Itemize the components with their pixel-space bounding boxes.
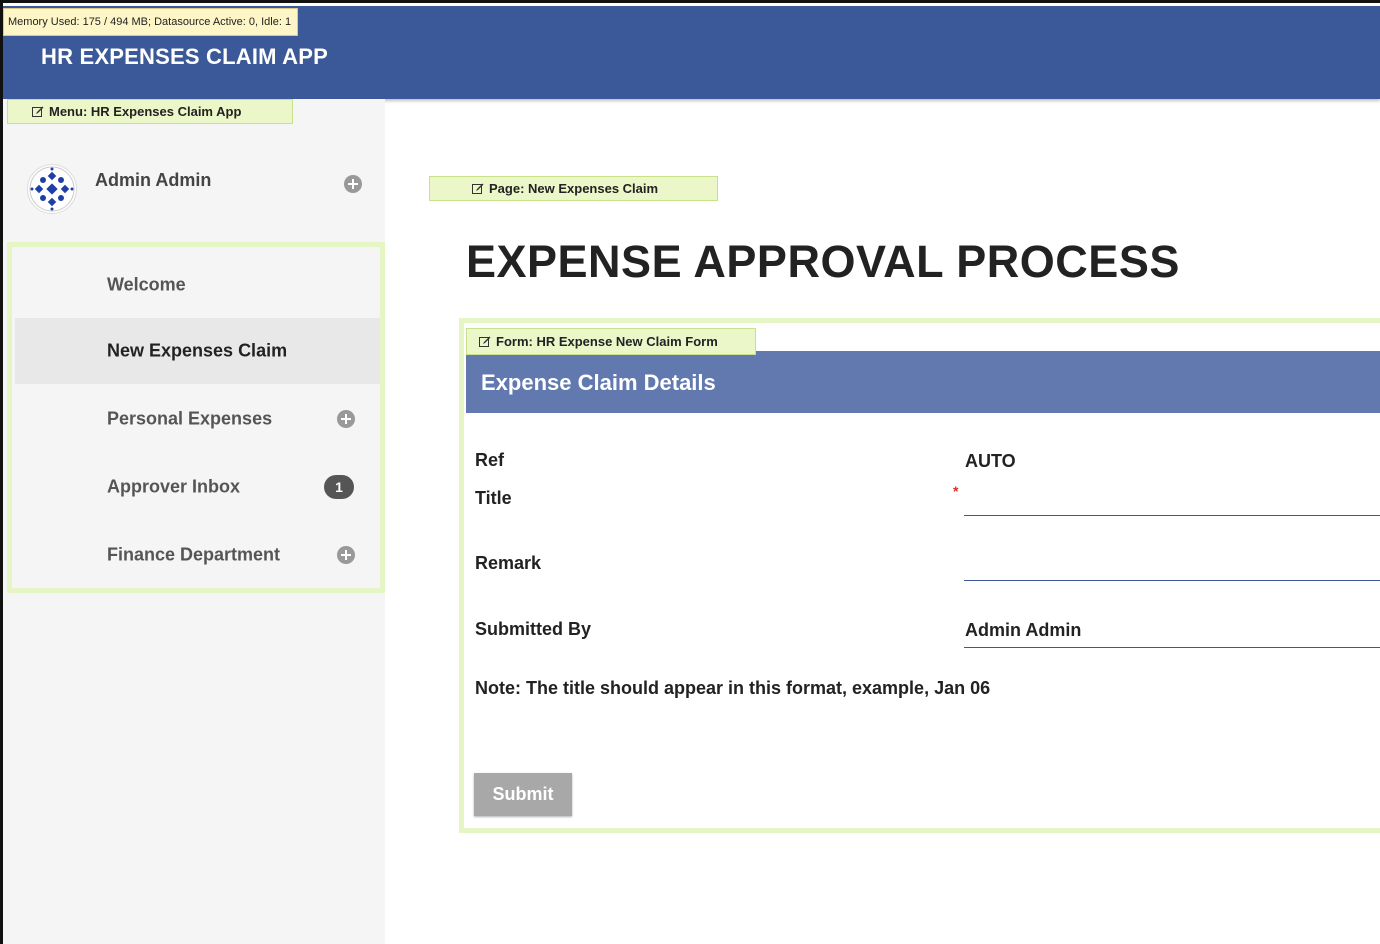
ref-label: Ref [475,450,505,470]
menu-builder-tag[interactable]: Menu: HR Expenses Claim App [7,99,293,124]
title-format-note: Note: The title should appear in this fo… [475,678,991,698]
sidebar-item-label: New Expenses Claim [107,340,288,361]
edit-icon [32,106,44,118]
expand-plus-icon[interactable] [337,410,355,428]
sidebar: Menu: HR Expenses Claim App Admin Admin … [3,99,385,944]
edit-icon [479,336,491,348]
title-label: Title [475,488,512,508]
sidebar-item-new-expenses-claim[interactable]: New Expenses Claim [15,318,380,384]
inbox-count-badge: 1 [324,475,354,499]
edit-icon [472,183,484,195]
app-title[interactable]: HR EXPENSES CLAIM APP [41,44,328,70]
page-builder-tag[interactable]: Page: New Expenses Claim [429,176,718,201]
memory-status: Memory Used: 175 / 494 MB; Datasource Ac… [3,8,299,36]
sidebar-item-label: Personal Expenses [107,408,273,429]
sidebar-item-label: Finance Department [107,544,281,565]
page-title: EXPENSE APPROVAL PROCESS [466,236,1180,287]
sidebar-item-personal-expenses[interactable]: Personal Expenses [15,386,380,452]
remark-label: Remark [475,553,542,573]
title-input[interactable] [964,486,1380,516]
submit-button[interactable]: Submit [474,773,572,816]
form-builder-tag[interactable]: Form: HR Expense New Claim Form [466,328,756,355]
submitted-by-value: Admin Admin [965,620,1082,640]
sidebar-item-label: Welcome [107,274,186,295]
remark-input[interactable] [964,551,1380,581]
expense-claim-form: Expense Claim Details Form: HR Expense N… [459,318,1380,833]
menu-builder-tag-label: Menu: HR Expenses Claim App [49,104,242,119]
user-expand-icon[interactable] [344,175,362,193]
user-avatar [27,164,77,214]
sidebar-item-label: Approver Inbox [107,476,241,497]
form-section-header: Expense Claim Details [466,351,1380,413]
sidebar-item-approver-inbox[interactable]: Approver Inbox 1 [15,454,380,520]
required-indicator: * [953,483,959,499]
form-section-title: Expense Claim Details [481,370,716,395]
submitted-by-underline [964,647,1380,648]
sidebar-item-welcome[interactable]: Welcome [15,252,380,318]
sidebar-item-finance-department[interactable]: Finance Department [15,522,380,588]
submitted-by-label: Submitted By [475,619,592,639]
sidebar-menu: Welcome New Expenses Claim Personal Expe… [7,242,385,593]
ref-value: AUTO [965,451,1016,471]
form-builder-tag-label: Form: HR Expense New Claim Form [496,334,718,349]
expand-plus-icon[interactable] [337,546,355,564]
user-name[interactable]: Admin Admin [95,170,211,191]
page-builder-tag-label: Page: New Expenses Claim [489,181,659,196]
